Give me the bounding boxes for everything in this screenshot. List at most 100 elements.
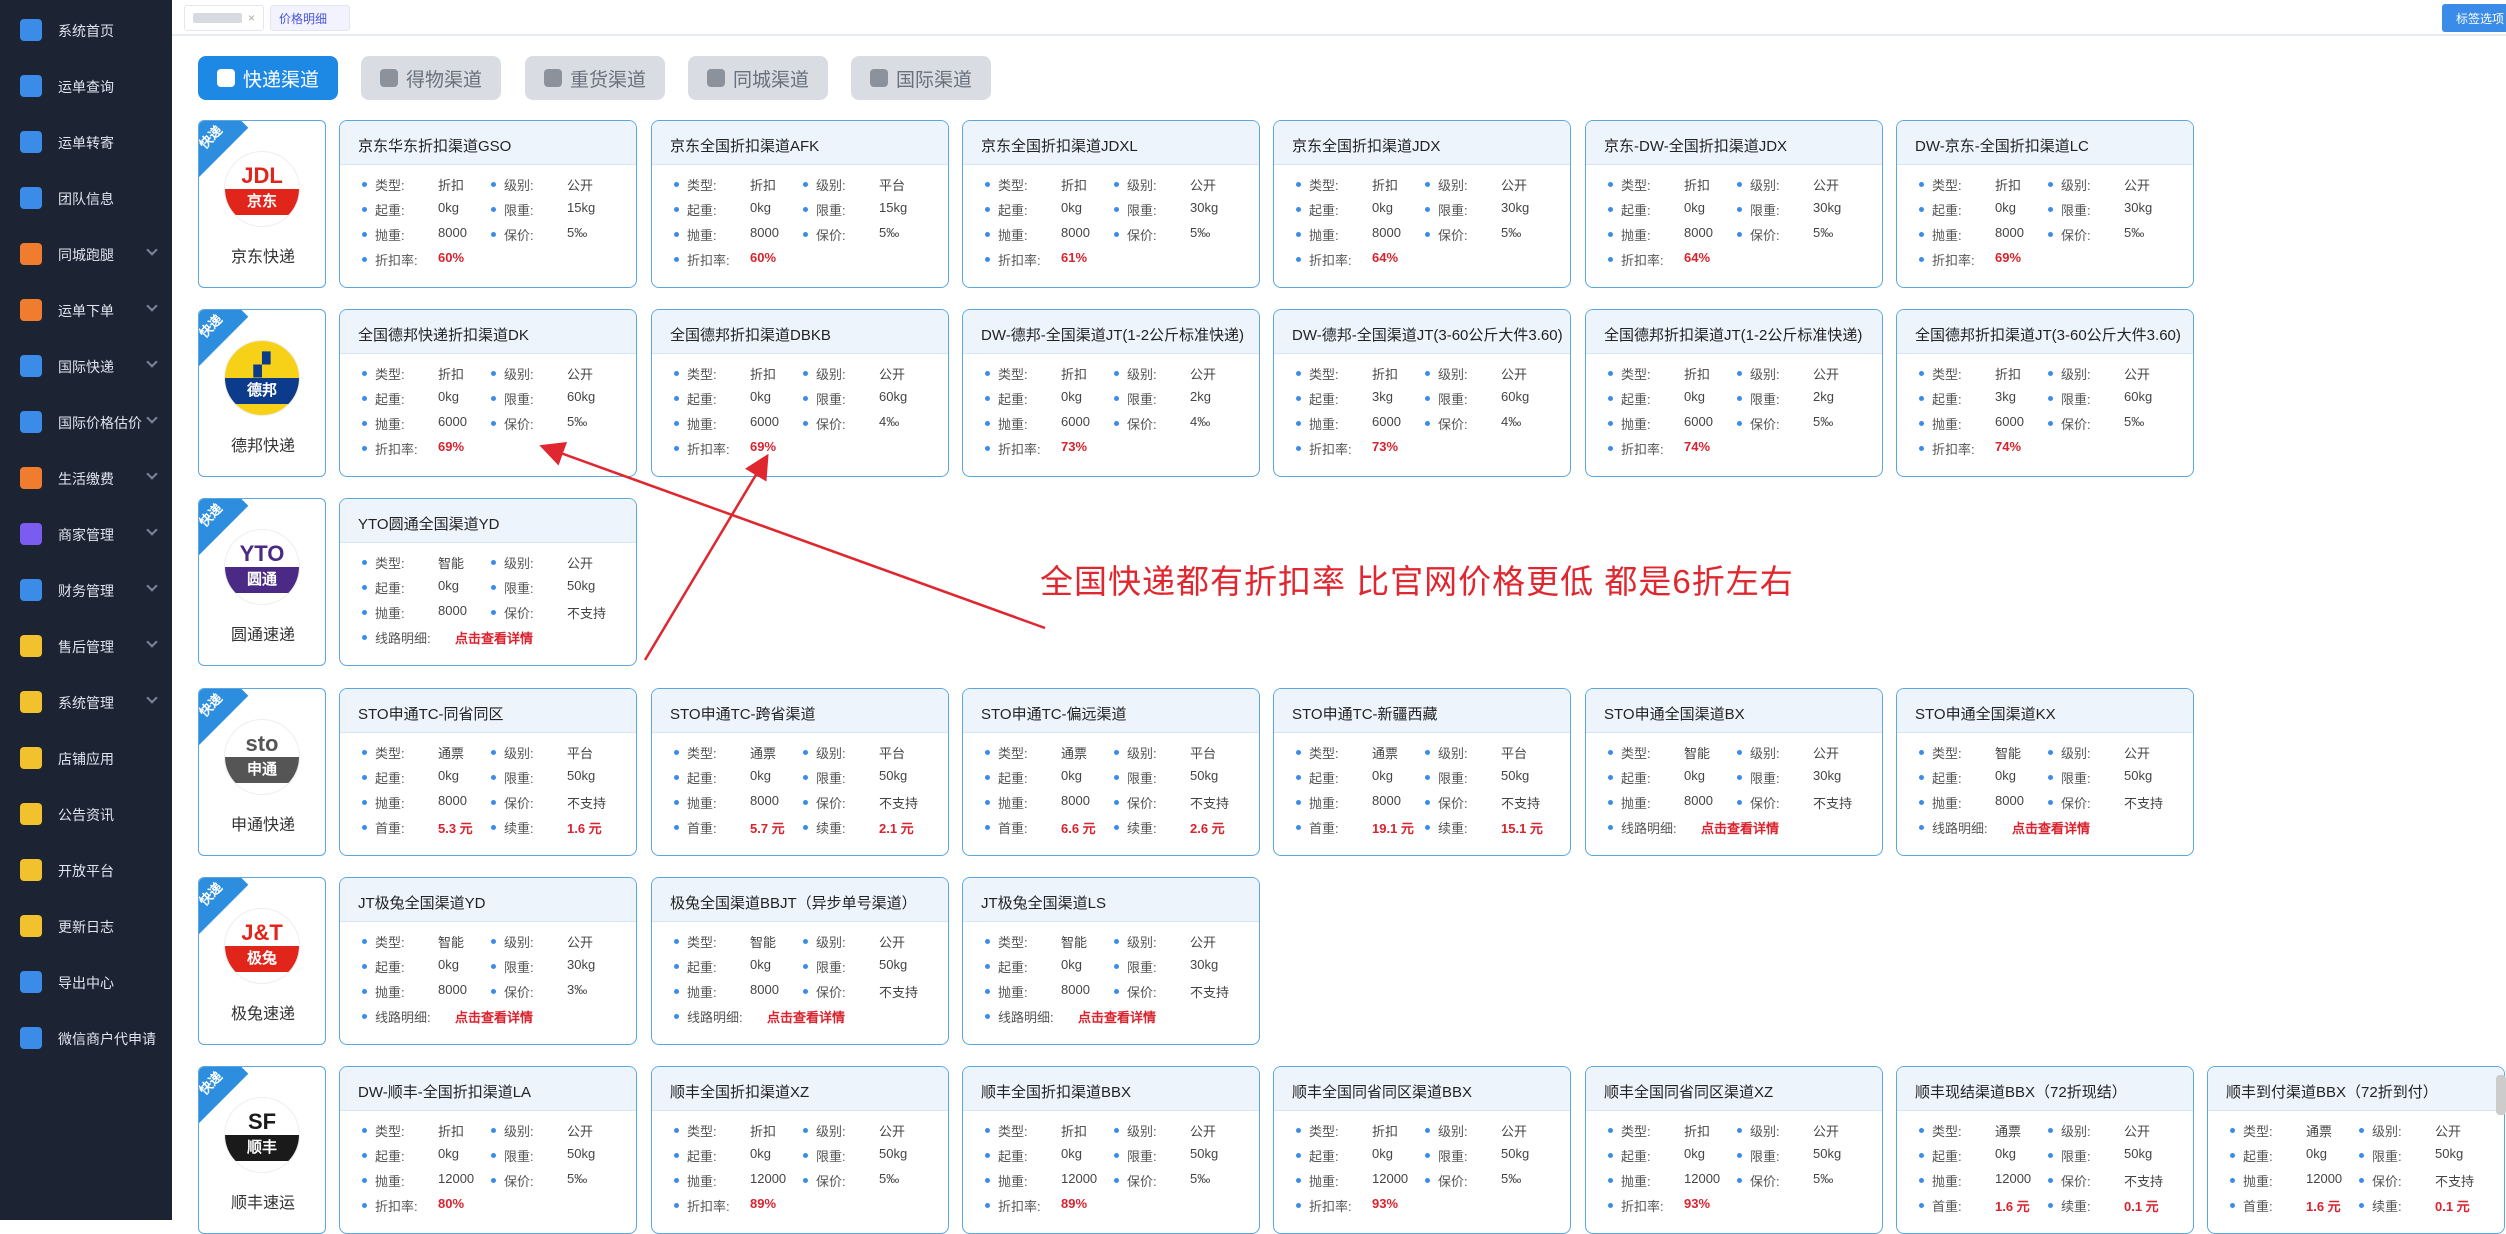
- route-detail-link[interactable]: 点击查看详情: [767, 1007, 845, 1026]
- detail-row: 起重: 0kg 限重: 30kg: [963, 957, 1259, 982]
- field-label: 起重:: [375, 392, 405, 407]
- detail-row: 起重: 0kg 限重: 30kg: [963, 200, 1259, 225]
- tab-city-channel[interactable]: 同城渠道: [688, 56, 828, 100]
- detail-row: 类型: 通票 级别: 公开: [2208, 1121, 2504, 1146]
- sidebar-item[interactable]: 售后管理: [0, 618, 172, 674]
- field-label: 保价:: [816, 417, 846, 432]
- sidebar-item[interactable]: 商家管理: [0, 506, 172, 562]
- channel-card[interactable]: STO申通全国渠道KX 类型: 智能 级别: 公开 起重: 0kg 限重: 50kg 抛重: 800…: [1896, 688, 2194, 856]
- channel-details: 类型: 折扣 级别: 公开 起重: 0kg 限重: 50kg 抛重: 12000 保价: 5‰ 折扣率:…: [1586, 1121, 1882, 1221]
- channel-card[interactable]: DW-德邦-全国渠道JT(1-2公斤标准快递) 类型: 折扣 级别: 公开 起重: 0kg 限…: [962, 309, 1260, 477]
- bullet-dot: [2048, 232, 2053, 237]
- channel-title: STO申通TC-同省同区: [340, 689, 636, 733]
- carrier-name: 京东快递: [230, 249, 295, 266]
- sidebar-item[interactable]: 运单查询: [0, 58, 172, 114]
- sidebar-item[interactable]: 公告资讯: [0, 786, 172, 842]
- field-value: 89%: [1061, 1196, 1088, 1211]
- tab-blurred[interactable]: ×: [184, 5, 264, 31]
- route-detail-link[interactable]: 点击查看详情: [1078, 1007, 1156, 1026]
- sidebar-item[interactable]: 开放平台: [0, 842, 172, 898]
- tab-intl-channel[interactable]: 国际渠道: [851, 56, 991, 100]
- sidebar-item[interactable]: 更新日志: [0, 898, 172, 954]
- bullet-dot: [1919, 1153, 1924, 1158]
- sidebar-item[interactable]: 店铺应用: [0, 730, 172, 786]
- channel-card[interactable]: STO申通TC-新疆西藏 类型: 通票 级别: 平台 起重: 0kg 限重: 50kg 抛重: 80…: [1273, 688, 1571, 856]
- bullet-dot: [362, 232, 367, 237]
- field-label: 起重:: [998, 771, 1028, 786]
- search-doc-icon: [20, 75, 42, 97]
- channel-card[interactable]: STO申通TC-同省同区 类型: 通票 级别: 平台 起重: 0kg 限重: 50kg 抛重: 80…: [339, 688, 637, 856]
- channel-card[interactable]: 京东-DW-全国折扣渠道JDX 类型: 折扣 级别: 公开 起重: 0kg 限重: 30kg 抛重…: [1585, 120, 1883, 288]
- tab-price-detail[interactable]: 价格明细: [270, 5, 350, 31]
- channel-card[interactable]: YTO圆通全国渠道YD 类型: 智能 级别: 公开 起重: 0kg 限重: 50kg 抛重: 800…: [339, 498, 637, 666]
- channel-card[interactable]: JT极兔全国渠道LS 类型: 智能 级别: 公开 起重: 0kg 限重: 30kg 抛重: 8000…: [962, 877, 1260, 1045]
- channel-card[interactable]: DW-德邦-全国渠道JT(3-60公斤大件3.60) 类型: 折扣 级别: 公开 起重: 3…: [1273, 309, 1571, 477]
- scrollbar[interactable]: [2496, 1075, 2506, 1115]
- field-value: 93%: [1684, 1196, 1711, 1211]
- channel-card[interactable]: 京东华东折扣渠道GSO 类型: 折扣 级别: 公开 起重: 0kg 限重: 15kg 抛重: 800…: [339, 120, 637, 288]
- bullet-dot: [1114, 964, 1119, 969]
- tab-express-channel[interactable]: 快递渠道: [198, 56, 338, 100]
- channel-card[interactable]: 顺丰全国同省同区渠道BBX 类型: 折扣 级别: 公开 起重: 0kg 限重: 50kg 抛重: 1…: [1273, 1066, 1571, 1234]
- channel-card[interactable]: 京东全国折扣渠道JDX 类型: 折扣 级别: 公开 起重: 0kg 限重: 30kg 抛重: 800…: [1273, 120, 1571, 288]
- carrier-name: 极兔速递: [230, 1006, 295, 1023]
- route-detail-link[interactable]: 点击查看详情: [2012, 818, 2090, 837]
- tab-close-icon[interactable]: ×: [248, 11, 255, 25]
- route-detail-link[interactable]: 点击查看详情: [1701, 818, 1779, 837]
- channel-card[interactable]: 全国德邦折扣渠道JT(1-2公斤标准快递) 类型: 折扣 级别: 公开 起重: 0kg 限重:…: [1585, 309, 1883, 477]
- sidebar-item[interactable]: 导出中心: [0, 954, 172, 1010]
- channel-card[interactable]: 京东全国折扣渠道JDXL 类型: 折扣 级别: 公开 起重: 0kg 限重: 30kg 抛重: 80…: [962, 120, 1260, 288]
- field-label: 抛重:: [1932, 1174, 1962, 1189]
- field-value: 不支持: [1813, 796, 1853, 811]
- channel-card[interactable]: 极兔全国渠道BBJT（异步单号渠道） 类型: 智能 级别: 公开 起重: 0kg 限重: 50k…: [651, 877, 949, 1045]
- bullet-dot: [362, 396, 367, 401]
- route-detail-link[interactable]: 点击查看详情: [455, 1007, 533, 1026]
- channel-card[interactable]: STO申通TC-跨省渠道 类型: 通票 级别: 平台 起重: 0kg 限重: 50kg 抛重: 80…: [651, 688, 949, 856]
- sidebar-item[interactable]: 国际快递: [0, 338, 172, 394]
- route-detail-link[interactable]: 点击查看详情: [455, 628, 533, 647]
- tab-heavy-channel[interactable]: 重货渠道: [525, 56, 665, 100]
- sidebar-item[interactable]: 生活缴费: [0, 450, 172, 506]
- sidebar-item[interactable]: 国际价格估价: [0, 394, 172, 450]
- channel-card[interactable]: 全国德邦折扣渠道DBKB 类型: 折扣 级别: 公开 起重: 0kg 限重: 60kg 抛重: 60…: [651, 309, 949, 477]
- sidebar-item[interactable]: 系统首页: [0, 2, 172, 58]
- field-value: 50kg: [567, 578, 596, 593]
- bullet-dot: [803, 232, 808, 237]
- field-label: 起重:: [1309, 1149, 1339, 1164]
- sidebar-item[interactable]: 团队信息: [0, 170, 172, 226]
- tag-options-button[interactable]: 标签选项: [2442, 4, 2506, 32]
- detail-row: 折扣率: 60%: [652, 250, 948, 275]
- bullet-dot: [1608, 750, 1613, 755]
- channel-card[interactable]: JT极兔全国渠道YD 类型: 智能 级别: 公开 起重: 0kg 限重: 30kg 抛重: 8000…: [339, 877, 637, 1045]
- channel-card[interactable]: DW-顺丰-全国折扣渠道LA 类型: 折扣 级别: 公开 起重: 0kg 限重: 50kg 抛重:…: [339, 1066, 637, 1234]
- sidebar-item[interactable]: 财务管理: [0, 562, 172, 618]
- channel-card[interactable]: 全国德邦折扣渠道JT(3-60公斤大件3.60) 类型: 折扣 级别: 公开 起重: 3kg…: [1896, 309, 2194, 477]
- channel-card[interactable]: 顺丰现结渠道BBX（72折现结） 类型: 通票 级别: 公开 起重: 0kg 限重: 50kg 抛…: [1896, 1066, 2194, 1234]
- channel-card[interactable]: 顺丰全国同省同区渠道XZ 类型: 折扣 级别: 公开 起重: 0kg 限重: 50kg 抛重: 12…: [1585, 1066, 1883, 1234]
- chevron-down-icon: [146, 300, 158, 312]
- sidebar-item[interactable]: 微信商户代申请: [0, 1010, 172, 1066]
- field-label: 限重:: [1438, 203, 1468, 218]
- field-value: 0kg: [438, 1146, 459, 1161]
- tab-dewu-channel[interactable]: 得物渠道: [361, 56, 501, 100]
- channel-title: 京东全国折扣渠道JDX: [1274, 121, 1570, 165]
- bullet-dot: [1296, 257, 1301, 262]
- sidebar-item[interactable]: 同城跑腿: [0, 226, 172, 282]
- channel-card[interactable]: 顺丰全国折扣渠道BBX 类型: 折扣 级别: 公开 起重: 0kg 限重: 50kg 抛重: 120…: [962, 1066, 1260, 1234]
- field-label: 起重:: [998, 1149, 1028, 1164]
- bullet-dot: [985, 775, 990, 780]
- channel-card[interactable]: 京东全国折扣渠道AFK 类型: 折扣 级别: 平台 起重: 0kg 限重: 15kg 抛重: 800…: [651, 120, 949, 288]
- channel-card[interactable]: DW-京东-全国折扣渠道LC 类型: 折扣 级别: 公开 起重: 0kg 限重: 30kg 抛重:…: [1896, 120, 2194, 288]
- sidebar-item[interactable]: 运单下单: [0, 282, 172, 338]
- channel-card[interactable]: STO申通全国渠道BX 类型: 智能 级别: 公开 起重: 0kg 限重: 30kg 抛重: 800…: [1585, 688, 1883, 856]
- channel-card[interactable]: 全国德邦快递折扣渠道DK 类型: 折扣 级别: 公开 起重: 0kg 限重: 60kg 抛重: 60…: [339, 309, 637, 477]
- sidebar-item[interactable]: 系统管理: [0, 674, 172, 730]
- field-label: 折扣率:: [1621, 253, 1664, 268]
- sidebar-item[interactable]: 运单转寄: [0, 114, 172, 170]
- sidebar-item-label: 售后管理: [58, 639, 114, 655]
- channel-card[interactable]: STO申通TC-偏远渠道 类型: 通票 级别: 平台 起重: 0kg 限重: 50kg 抛重: 80…: [962, 688, 1260, 856]
- tab-label: 快递渠道: [242, 69, 319, 91]
- bullet-dot: [2048, 1153, 2053, 1158]
- channel-card[interactable]: 顺丰到付渠道BBX（72折到付） 类型: 通票 级别: 公开 起重: 0kg 限重: 50kg 抛…: [2207, 1066, 2505, 1234]
- channel-card[interactable]: 顺丰全国折扣渠道XZ 类型: 折扣 级别: 公开 起重: 0kg 限重: 50kg 抛重: 1200…: [651, 1066, 949, 1234]
